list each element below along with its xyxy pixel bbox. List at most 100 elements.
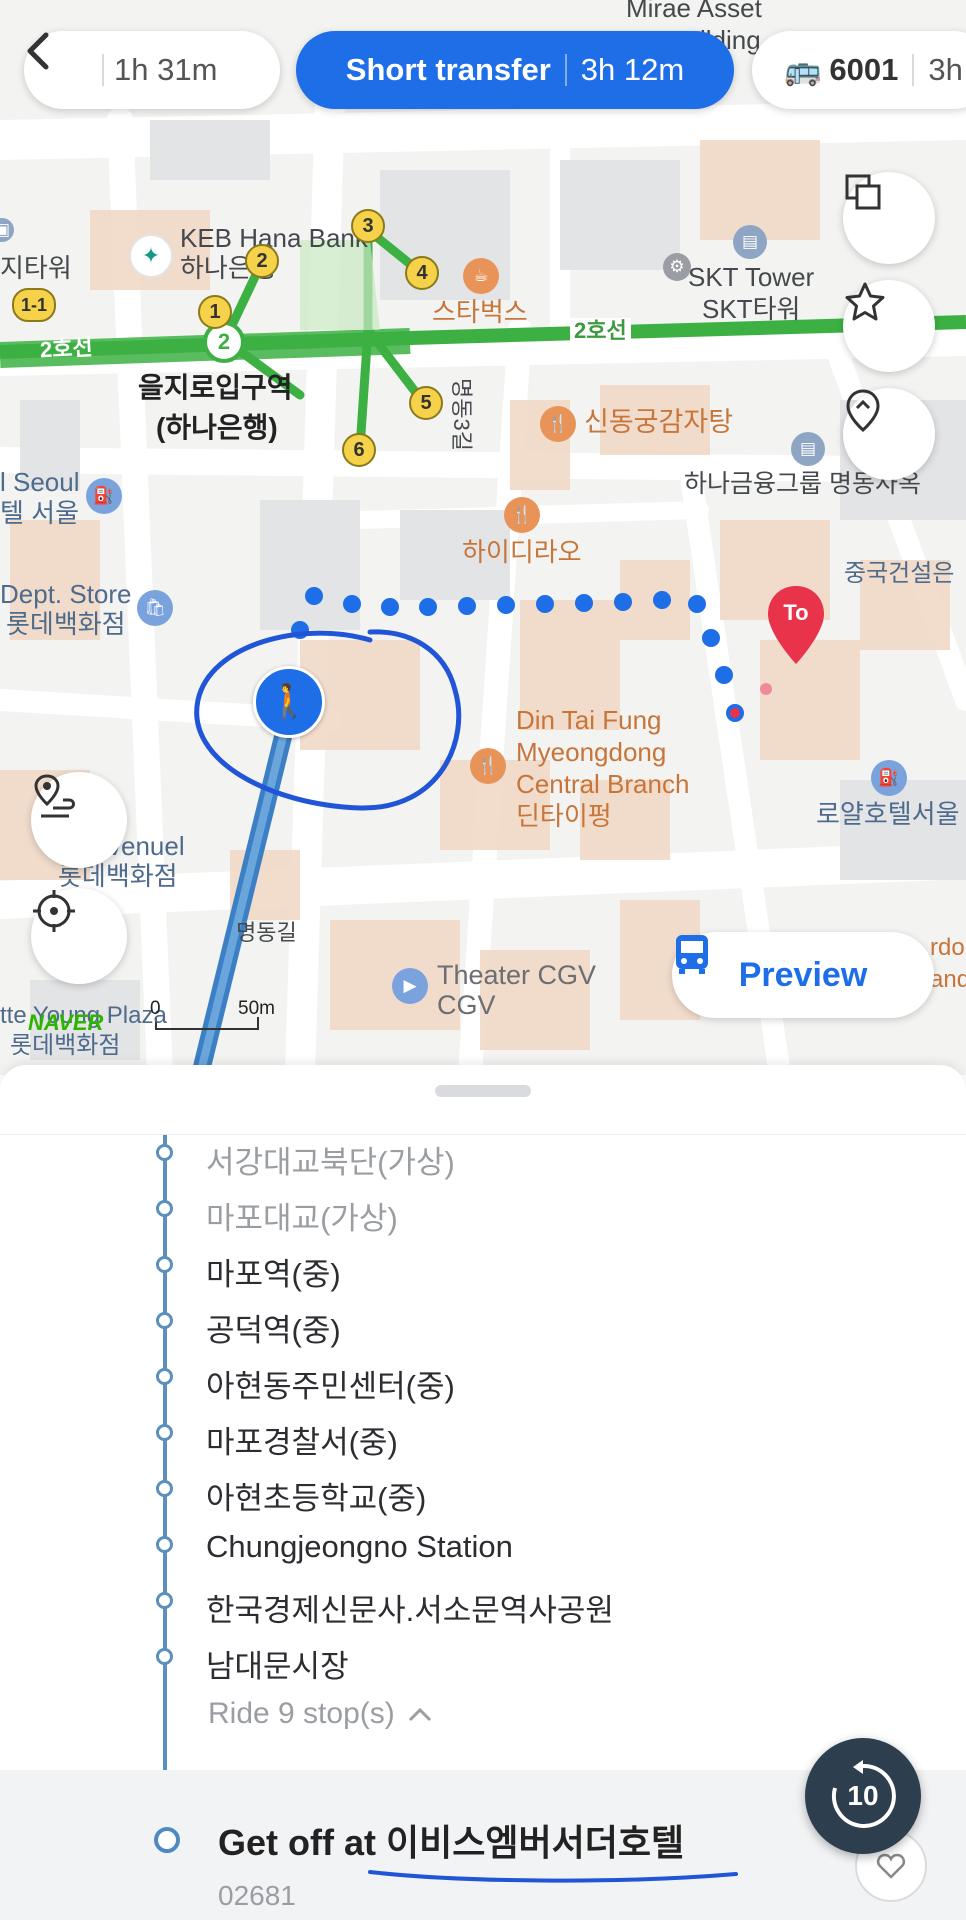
ride-stops-toggle[interactable]: Ride 9 stop(s) [208,1697,433,1731]
route-option-label: Short transfer [345,52,551,87]
preview-label: Preview [738,955,868,994]
line2-label: 2호선 [570,318,631,344]
bus-number: 6001 [829,52,899,87]
stop-dot [156,1368,173,1385]
exit-number: 1 [198,295,232,329]
preview-button[interactable]: Preview [672,932,934,1018]
exit-number: 5 [409,386,443,420]
destination-pin[interactable]: To [765,584,827,666]
map-label: 롯데백화점 [10,1032,121,1059]
hotel-icon: ⛽ [86,478,122,514]
layers-icon [845,174,881,210]
stop-dot [156,1424,173,1441]
map-label: 지타워 [0,253,72,283]
back-button[interactable] [27,32,98,105]
restaurant-icon: 🍴 [470,748,506,784]
exit-number: 1-1 [12,288,56,322]
map-label-dtf: Central Branch [516,769,690,799]
map-label-haidilao: 하이디라오 [462,537,582,567]
walking-person-icon[interactable]: 🚶 [253,666,325,738]
naver-logo: NAVER [28,1010,104,1035]
crosshair-icon [33,890,75,932]
settings-poi-icon: ⚙ [663,253,691,281]
map-label-dept-en: Dept. Store [0,579,132,609]
stop-name[interactable]: 마포대교(가상) [206,1193,398,1238]
route-option-chip-next[interactable]: 🚌 6001 3h [752,31,966,109]
separator [912,54,915,86]
map-label: Mirae Asset [626,0,762,23]
underline-annotation [368,1870,738,1883]
restaurant-icon: 🍴 [504,497,540,533]
route-detail-sheet[interactable]: 서강대교북단(가상) 마포대교(가상) 마포역(중) 공덕역(중) 아현동주민센… [0,1065,966,1920]
hotel-icon: ⛽ [871,760,907,796]
stop-name[interactable]: 한국경제신문사.서소문역사공원 [206,1585,614,1630]
road-label: 명동길 [236,920,297,945]
stop-name[interactable]: 공덕역(중) [206,1305,341,1350]
stop-name[interactable]: 마포역(중) [206,1249,341,1294]
location-pin-button[interactable] [843,388,935,480]
map-label-skt-ko: SKT타워 [702,294,801,324]
map-pin-outline-icon [846,389,880,432]
stop-name[interactable]: 아현초등학교(중) [206,1473,426,1518]
station-label: 을지로입구역 [138,372,293,403]
chevron-left-icon [27,32,49,70]
hana-bank-logo-icon: ✦ [129,234,173,278]
map-label-shindong: 신동궁감자탕 [584,407,734,437]
route-duration: 1h 31m [114,52,218,87]
stop-name[interactable]: Chungjeongno Station [206,1529,513,1565]
stop-dot [156,1592,173,1609]
stop-dot [156,1200,173,1217]
ride-stops-label: Ride 9 stop(s) [208,1697,395,1730]
divider [0,1134,966,1135]
restaurant-icon: 🍴 [540,406,576,442]
map-label: 텔 서울 [0,498,79,528]
stop-dot [156,1144,173,1161]
route-option-chip-prev[interactable]: 1h 31m [24,31,280,109]
stop-dot [156,1536,173,1553]
map-label-dtf: Din Tai Fung [516,705,662,735]
map-label: l Seoul [0,467,80,497]
heart-icon [876,1853,906,1879]
map-label-royal-hotel: 로얄호텔서울 [816,799,960,829]
stop-name[interactable]: 마포경찰서(중) [206,1417,398,1462]
route-option-chip-active[interactable]: Short transfer 3h 12m [296,31,734,109]
sheet-drag-handle[interactable] [435,1085,531,1097]
cafe-icon: ☕ [463,258,499,294]
star-icon [845,282,885,321]
route-duration: 3h 12m [580,52,685,87]
rewind-seconds: 10 [847,1780,879,1811]
theater-icon: ▶ [392,968,428,1004]
bus-icon [676,935,708,974]
stop-id: 02681 [218,1880,296,1911]
map-label: rdon [930,934,966,961]
exit-number: 4 [405,256,439,290]
exit-number: 2 [245,244,279,278]
station-label-sub: (하나은행) [156,412,278,443]
map-label-cgv: CGV [437,990,496,1020]
stop-name[interactable]: 서강대교북단(가상) [206,1137,455,1182]
chevron-up-icon [408,1707,431,1722]
stop-dot [156,1256,173,1273]
map-label-starbucks: 스타벅스 [432,297,528,327]
map-view[interactable]: Mirae Asset ilding ✦ KEB Hana Bank 하나은행 … [0,0,966,1075]
current-location-button[interactable] [31,888,127,984]
map-label: 중국건설은 [844,560,955,587]
map-label: and [930,966,966,993]
rewind-10-button[interactable]: 10 [805,1738,921,1854]
stop-dot-final [154,1827,180,1853]
map-label-dept-ko: 롯데백화점 [6,609,126,639]
exit-number: 6 [342,433,376,467]
stop-name[interactable]: 남대문시장 [206,1641,349,1686]
stop-name[interactable]: 아현동주민센터(중) [206,1361,455,1406]
map-label-dtf: Myeongdong [516,737,667,767]
favorite-button[interactable] [843,280,935,372]
scale-length: 50m [238,998,275,1019]
layers-button[interactable] [843,172,935,264]
road-label: 명동3길 [449,378,474,451]
route-options-button[interactable] [31,772,127,868]
stop-dot [156,1648,173,1665]
building-icon: ▤ [791,432,825,466]
scale-zero: 0 [150,998,161,1019]
shopping-bag-icon: 🛍 [137,590,173,626]
route-pin-icon [34,774,75,818]
